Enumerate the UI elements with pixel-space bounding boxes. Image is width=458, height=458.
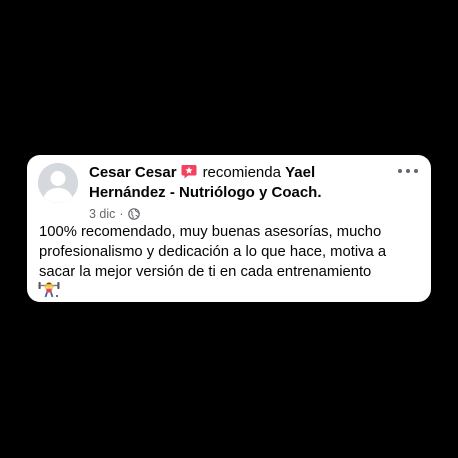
default-avatar-icon	[38, 163, 78, 203]
weightlifter-emoji-icon	[38, 282, 60, 298]
more-options-icon[interactable]	[398, 165, 418, 177]
more-dot	[406, 169, 410, 173]
more-dot	[398, 169, 402, 173]
screen: Cesar Cesar recomienda Yael Hernández - …	[0, 0, 458, 458]
globe-icon[interactable]	[127, 208, 140, 220]
author-name[interactable]: Cesar Cesar	[89, 164, 177, 181]
post-text: 100% recomendado, muy buenas asesorías, …	[39, 224, 387, 280]
meta-separator: ·	[119, 207, 124, 221]
timestamp-link[interactable]: 3 dic	[89, 206, 115, 222]
post-meta: 3 dic ·	[89, 206, 140, 222]
avatar[interactable]	[38, 163, 78, 203]
recommend-star-icon	[181, 165, 197, 179]
recommendation-post-card: Cesar Cesar recomienda Yael Hernández - …	[27, 155, 431, 302]
action-text: recomienda	[202, 164, 281, 181]
post-header: Cesar Cesar recomienda Yael Hernández - …	[89, 163, 389, 203]
more-dot	[414, 169, 418, 173]
